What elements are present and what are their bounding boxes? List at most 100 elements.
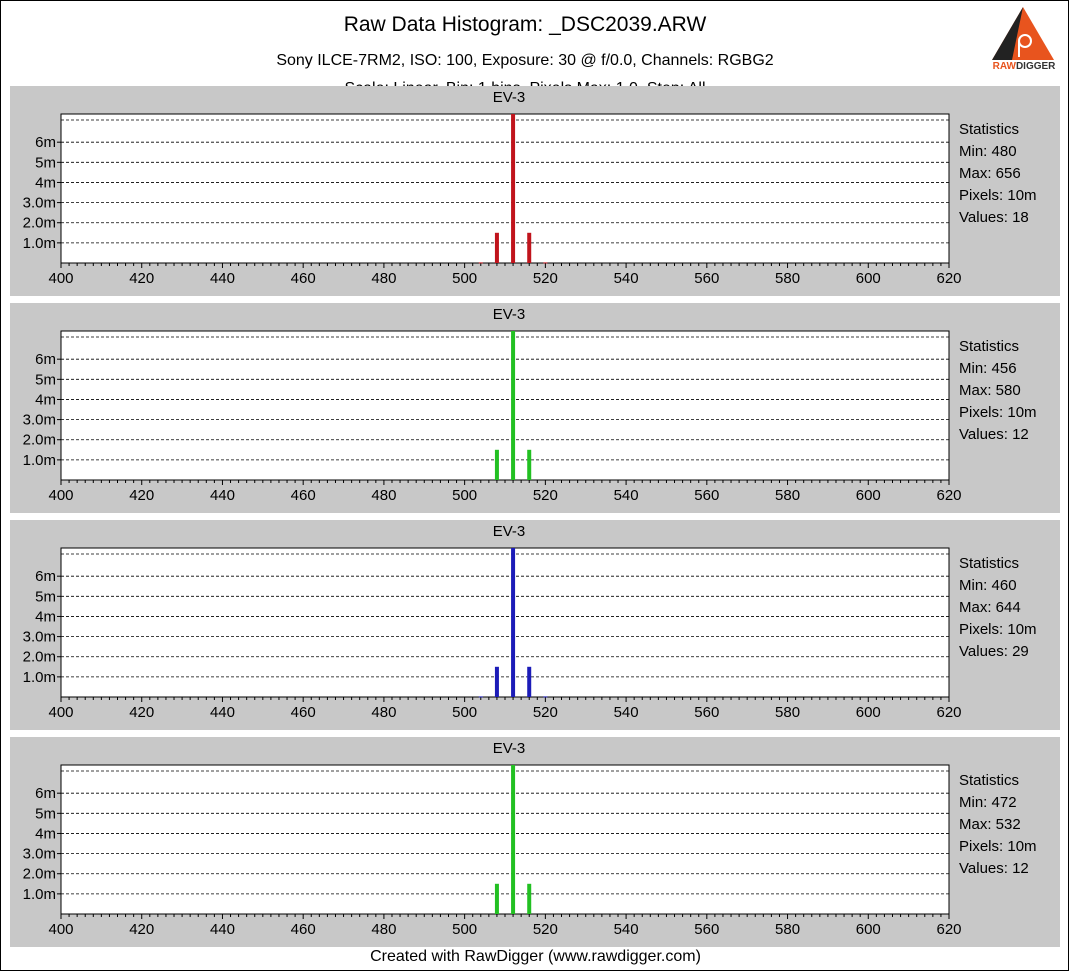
stats-values: Values: 12 (959, 426, 1029, 443)
x-tick-label: 540 (614, 270, 639, 287)
histogram-bar (527, 232, 532, 263)
histogram-panel-green: 1.0m 2.0m 3.0m 4m 5m 6m 400 420 440 460 480 500 520 5… (10, 303, 1060, 513)
statistics-box: Statistics Min: 460 Max: 644 Pixels: 10m… (959, 553, 1037, 663)
stats-max: Max: 580 (959, 382, 1021, 399)
chart-title: EV-3 (492, 740, 526, 757)
histogram-bar (527, 666, 532, 697)
x-tick-label: 420 (129, 270, 154, 287)
y-tick-label: 1.0m (23, 235, 56, 252)
plot-area (60, 764, 950, 915)
histogram-bar (527, 883, 532, 914)
y-tick-label: 5m (35, 805, 56, 822)
stats-max: Max: 656 (959, 165, 1021, 182)
histogram-bar (494, 449, 499, 480)
x-tick-label: 440 (210, 270, 235, 287)
histogram-chart: 1.0m 2.0m 3.0m 4m 5m 6m 400 420 440 460 480 500 520 5… (23, 330, 962, 504)
x-tick-label: 620 (936, 921, 961, 938)
x-tick-label: 480 (371, 487, 396, 504)
stats-values: Values: 18 (959, 209, 1029, 226)
y-tick-label: 2.0m (23, 649, 56, 666)
x-tick-label: 520 (533, 487, 558, 504)
x-tick-label: 540 (614, 487, 639, 504)
histogram-bar (478, 696, 483, 698)
x-tick-label: 480 (371, 704, 396, 721)
y-tick-label: 1.0m (23, 452, 56, 469)
x-tick-label: 500 (452, 270, 477, 287)
x-tick-label: 460 (291, 921, 316, 938)
x-tick-label: 460 (291, 270, 316, 287)
histogram-bar (494, 666, 499, 697)
y-tick-label: 5m (35, 371, 56, 388)
y-tick-label: 5m (35, 154, 56, 171)
x-tick-label: 540 (614, 921, 639, 938)
x-tick-label: 600 (856, 921, 881, 938)
chart-title: EV-3 (492, 89, 526, 106)
histogram-bar (527, 449, 532, 480)
x-tick-label: 400 (48, 487, 73, 504)
x-tick-label: 580 (775, 487, 800, 504)
histogram-bar (511, 331, 516, 480)
x-tick-label: 520 (533, 921, 558, 938)
plot-area (60, 113, 950, 264)
x-tick-label: 400 (48, 921, 73, 938)
statistics-box: Statistics Min: 480 Max: 656 Pixels: 10m… (959, 119, 1037, 229)
histogram-bar (511, 548, 516, 697)
y-tick-label: 1.0m (23, 886, 56, 903)
x-tick-label: 560 (694, 487, 719, 504)
y-tick-label: 4m (35, 391, 56, 408)
stats-values: Values: 12 (959, 860, 1029, 877)
x-tick-label: 560 (694, 921, 719, 938)
histogram-panel-red: 1.0m 2.0m 3.0m 4m 5m 6m 400 420 440 460 480 500 520 5… (10, 86, 1060, 296)
histogram-bar (494, 232, 499, 263)
x-tick-label: 440 (210, 487, 235, 504)
stats-values: Values: 29 (959, 643, 1029, 660)
chart-title: EV-3 (492, 306, 526, 323)
page-title: Raw Data Histogram: _DSC2039.ARW (343, 13, 707, 36)
x-tick-label: 580 (775, 270, 800, 287)
x-tick-label: 560 (694, 704, 719, 721)
chart-title: EV-3 (492, 523, 526, 540)
stats-heading: Statistics (959, 338, 1020, 355)
x-tick-label: 480 (371, 921, 396, 938)
y-tick-label: 3.0m (23, 846, 56, 863)
y-tick-label: 3.0m (23, 412, 56, 429)
x-tick-label: 560 (694, 270, 719, 287)
stats-pixels: Pixels: 10m (959, 187, 1037, 204)
x-tick-label: 400 (48, 704, 73, 721)
histogram-chart: 1.0m 2.0m 3.0m 4m 5m 6m 400 420 440 460 480 500 520 5… (23, 764, 962, 938)
x-tick-label: 500 (452, 704, 477, 721)
stats-min: Min: 456 (959, 360, 1017, 377)
y-tick-label: 2.0m (23, 215, 56, 232)
histogram-bar (494, 883, 499, 914)
x-tick-label: 460 (291, 704, 316, 721)
y-tick-label: 2.0m (23, 432, 56, 449)
y-tick-label: 6m (35, 351, 56, 368)
x-tick-label: 600 (856, 270, 881, 287)
statistics-box: Statistics Min: 456 Max: 580 Pixels: 10m… (959, 336, 1037, 446)
stats-heading: Statistics (959, 555, 1020, 572)
x-tick-label: 520 (533, 704, 558, 721)
logo-digger-text: DIGGER (1015, 61, 1056, 72)
x-tick-label: 580 (775, 704, 800, 721)
x-tick-label: 600 (856, 704, 881, 721)
plot-area (60, 330, 950, 481)
stats-min: Min: 480 (959, 143, 1017, 160)
y-tick-label: 1.0m (23, 669, 56, 686)
y-tick-label: 2.0m (23, 866, 56, 883)
x-tick-label: 420 (129, 487, 154, 504)
logo-raw-text: RAW (992, 61, 1016, 72)
histogram-chart: 1.0m 2.0m 3.0m 4m 5m 6m 400 420 440 460 480 500 520 5… (23, 113, 962, 287)
stats-min: Min: 460 (959, 577, 1017, 594)
statistics-box: Statistics Min: 472 Max: 532 Pixels: 10m… (959, 770, 1037, 880)
x-tick-label: 480 (371, 270, 396, 287)
x-tick-label: 440 (210, 704, 235, 721)
y-tick-label: 4m (35, 825, 56, 842)
stats-max: Max: 644 (959, 599, 1021, 616)
x-tick-label: 540 (614, 704, 639, 721)
y-tick-label: 6m (35, 568, 56, 585)
histogram-bar (511, 765, 516, 914)
logo-wordmark: RAWDIGGER (989, 61, 1059, 72)
camera-info-subtitle: Sony ILCE-7RM2, ISO: 100, Exposure: 30 @… (276, 52, 774, 69)
x-tick-label: 420 (129, 921, 154, 938)
y-tick-label: 6m (35, 134, 56, 151)
